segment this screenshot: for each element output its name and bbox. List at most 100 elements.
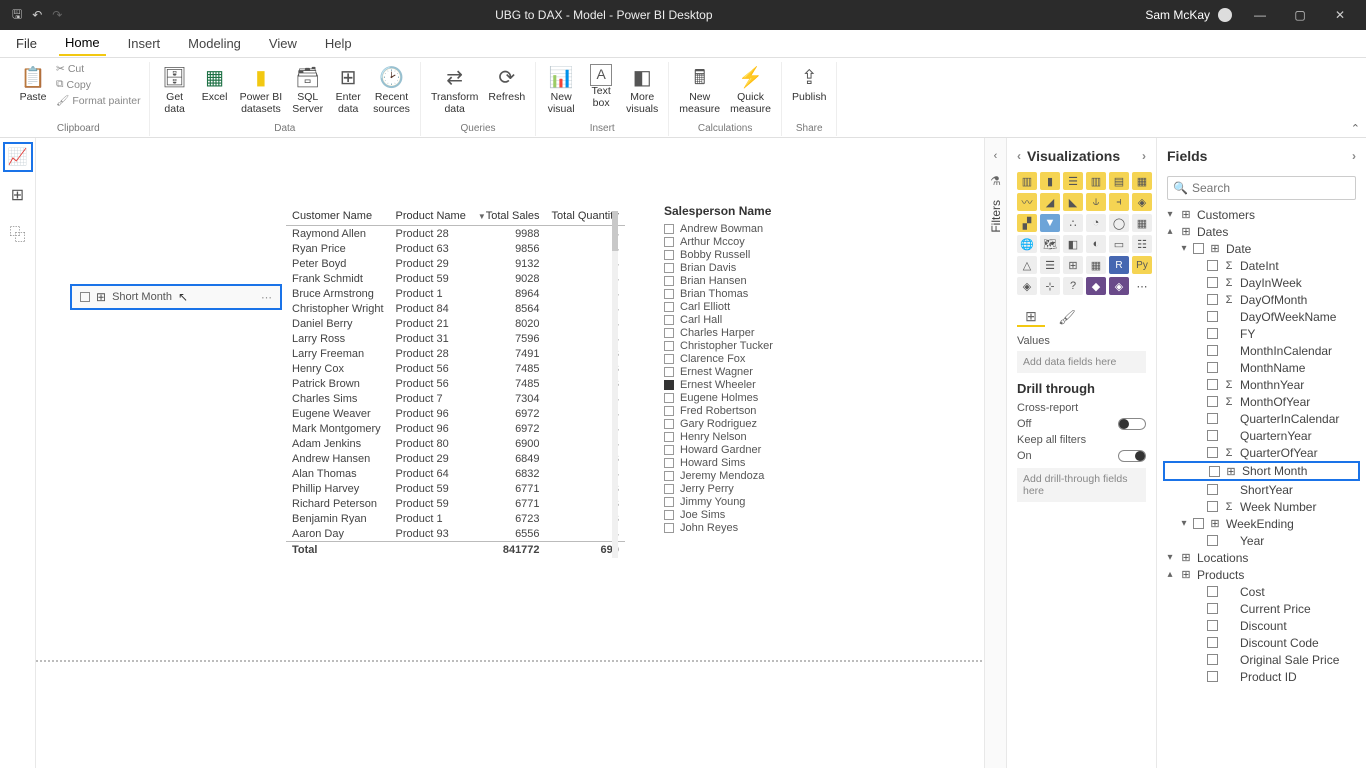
table-row[interactable]: Henry CoxProduct 5674853	[286, 361, 625, 376]
table-row[interactable]: Charles SimsProduct 773044	[286, 391, 625, 406]
r-visual-icon[interactable]: R	[1109, 256, 1129, 274]
format-painter-button[interactable]: 🖌Format painter	[54, 93, 143, 108]
field-node[interactable]: Original Sale Price	[1163, 651, 1360, 668]
publish-button[interactable]: ⇪Publish	[788, 62, 830, 106]
slicer-item[interactable]: Joe Sims	[664, 508, 844, 521]
minimize-button[interactable]: —	[1240, 0, 1280, 30]
slicer-visual-placeholder[interactable]: ⊞ Short Month ↖ ⋯	[70, 284, 282, 310]
field-node[interactable]: Product ID	[1163, 668, 1360, 685]
field-checkbox[interactable]	[1207, 311, 1218, 322]
table-node[interactable]: ▴⊞Dates	[1163, 223, 1360, 240]
slicer-item[interactable]: Fred Robertson	[664, 404, 844, 417]
field-checkbox[interactable]	[1207, 637, 1218, 648]
field-node[interactable]: ShortYear	[1163, 481, 1360, 498]
field-node[interactable]: QuarterInCalendar	[1163, 410, 1360, 427]
collapse-viz-icon[interactable]: ‹	[1017, 149, 1021, 163]
new-measure-button[interactable]: 🖩New measure	[675, 62, 724, 117]
field-node[interactable]: ΣWeek Number	[1163, 498, 1360, 515]
refresh-button[interactable]: ⟳Refresh	[484, 62, 529, 106]
slicer-item[interactable]: Brian Hansen	[664, 274, 844, 287]
clustered-column-icon[interactable]: ▥	[1086, 172, 1106, 190]
tab-home[interactable]: Home	[59, 31, 106, 56]
text-box-button[interactable]: AText box	[582, 62, 620, 111]
save-icon[interactable]: 🖫	[12, 5, 22, 26]
field-checkbox[interactable]	[1207, 379, 1218, 390]
column-header[interactable]: ▼Total Sales	[472, 207, 546, 226]
slicer-item[interactable]: Brian Davis	[664, 261, 844, 274]
avatar-icon[interactable]	[1218, 8, 1232, 22]
expand-filters-icon[interactable]: ‹	[994, 150, 998, 162]
excel-button[interactable]: ▦Excel	[196, 62, 234, 106]
field-node[interactable]: QuarternYear	[1163, 427, 1360, 444]
clustered-bar-icon[interactable]: ☰	[1063, 172, 1083, 190]
more-options-icon[interactable]: ⋯	[261, 291, 272, 304]
python-visual-icon[interactable]: Py	[1132, 256, 1152, 274]
field-node[interactable]: ΣQuarterOfYear	[1163, 444, 1360, 461]
keep-filters-toggle[interactable]	[1118, 450, 1146, 462]
field-node[interactable]: ΣMonthnYear	[1163, 376, 1360, 393]
slicer-item[interactable]: Henry Nelson	[664, 430, 844, 443]
line-clustered-icon[interactable]: ⫞	[1109, 193, 1129, 211]
field-checkbox[interactable]	[1193, 518, 1204, 529]
table-scrollbar[interactable]	[612, 211, 618, 558]
card-icon[interactable]: ▭	[1109, 235, 1129, 253]
field-node[interactable]: Cost	[1163, 583, 1360, 600]
field-node[interactable]: ▾⊞Date	[1163, 240, 1360, 257]
filled-map-icon[interactable]: 🗺	[1040, 235, 1060, 253]
field-checkbox[interactable]	[1207, 396, 1218, 407]
field-checkbox[interactable]	[1207, 294, 1218, 305]
tab-insert[interactable]: Insert	[122, 32, 167, 55]
user-name[interactable]: Sam McKay	[1145, 8, 1210, 22]
tab-help[interactable]: Help	[319, 32, 358, 55]
new-visual-button[interactable]: 📊New visual	[542, 62, 580, 117]
slicer-item[interactable]: Carl Hall	[664, 313, 844, 326]
field-checkbox[interactable]	[1193, 243, 1204, 254]
table-row[interactable]: Larry RossProduct 3175964	[286, 331, 625, 346]
field-node[interactable]: ▾⊞WeekEnding	[1163, 515, 1360, 532]
copy-button[interactable]: ⧉Copy	[54, 77, 143, 92]
table-node[interactable]: ▾⊞Locations	[1163, 549, 1360, 566]
tab-view[interactable]: View	[263, 32, 303, 55]
values-dropzone[interactable]: Add data fields here	[1017, 351, 1146, 373]
slicer-item[interactable]: Ernest Wagner	[664, 365, 844, 378]
stacked-column-icon[interactable]: ▮	[1040, 172, 1060, 190]
data-view-button[interactable]: ⊞	[3, 180, 33, 210]
field-node[interactable]: ΣMonthOfYear	[1163, 393, 1360, 410]
field-node[interactable]: FY	[1163, 325, 1360, 342]
slicer-item[interactable]: Jeremy Mendoza	[664, 469, 844, 482]
field-checkbox[interactable]	[1207, 586, 1218, 597]
format-well-button[interactable]: 🖌	[1053, 307, 1081, 327]
table-node[interactable]: ▴⊞Products	[1163, 566, 1360, 583]
quick-measure-button[interactable]: ⚡Quick measure	[726, 62, 775, 117]
field-node[interactable]: MonthInCalendar	[1163, 342, 1360, 359]
waterfall-icon[interactable]: ▞	[1017, 214, 1037, 232]
filters-pane-collapsed[interactable]: ‹ ⚗ Filters	[984, 138, 1006, 768]
table-row[interactable]: Ryan PriceProduct 6398564	[286, 241, 625, 256]
table-row[interactable]: Andrew HansenProduct 2968493	[286, 451, 625, 466]
table-row[interactable]: Patrick BrownProduct 5674853	[286, 376, 625, 391]
slicer-item[interactable]: Howard Gardner	[664, 443, 844, 456]
paste-button[interactable]: 📋 Paste	[14, 62, 52, 106]
field-node[interactable]: Discount	[1163, 617, 1360, 634]
slicer-item[interactable]: Brian Thomas	[664, 287, 844, 300]
close-button[interactable]: ✕	[1320, 0, 1360, 30]
slicer-item[interactable]: Arthur Mccoy	[664, 235, 844, 248]
table-row[interactable]: Aaron DayProduct 9365564	[286, 526, 625, 542]
slicer-item[interactable]: Clarence Fox	[664, 352, 844, 365]
slicer-item[interactable]: Eugene Holmes	[664, 391, 844, 404]
salesperson-slicer[interactable]: Salesperson Name Andrew BowmanArthur Mcc…	[664, 204, 844, 534]
model-view-button[interactable]: ⿻	[3, 218, 33, 248]
scatter-icon[interactable]: ∴	[1063, 214, 1083, 232]
report-canvas[interactable]: ⊞ Short Month ↖ ⋯ Customer NameProduct N…	[36, 138, 1006, 768]
table-icon[interactable]: ⊞	[1063, 256, 1083, 274]
qa-icon[interactable]: ?	[1063, 277, 1083, 295]
more-visuals-button[interactable]: ◧More visuals	[622, 62, 662, 117]
field-checkbox[interactable]	[1207, 654, 1218, 665]
search-input[interactable]	[1167, 176, 1356, 200]
field-checkbox[interactable]	[1207, 277, 1218, 288]
get-data-button[interactable]: 🗄Get data	[156, 62, 194, 117]
field-checkbox[interactable]	[1207, 430, 1218, 441]
stacked-bar-icon[interactable]: ▥	[1017, 172, 1037, 190]
table-row[interactable]: Raymond AllenProduct 2899884	[286, 226, 625, 242]
table-visual[interactable]: Customer NameProduct Name▼Total SalesTot…	[285, 206, 611, 558]
